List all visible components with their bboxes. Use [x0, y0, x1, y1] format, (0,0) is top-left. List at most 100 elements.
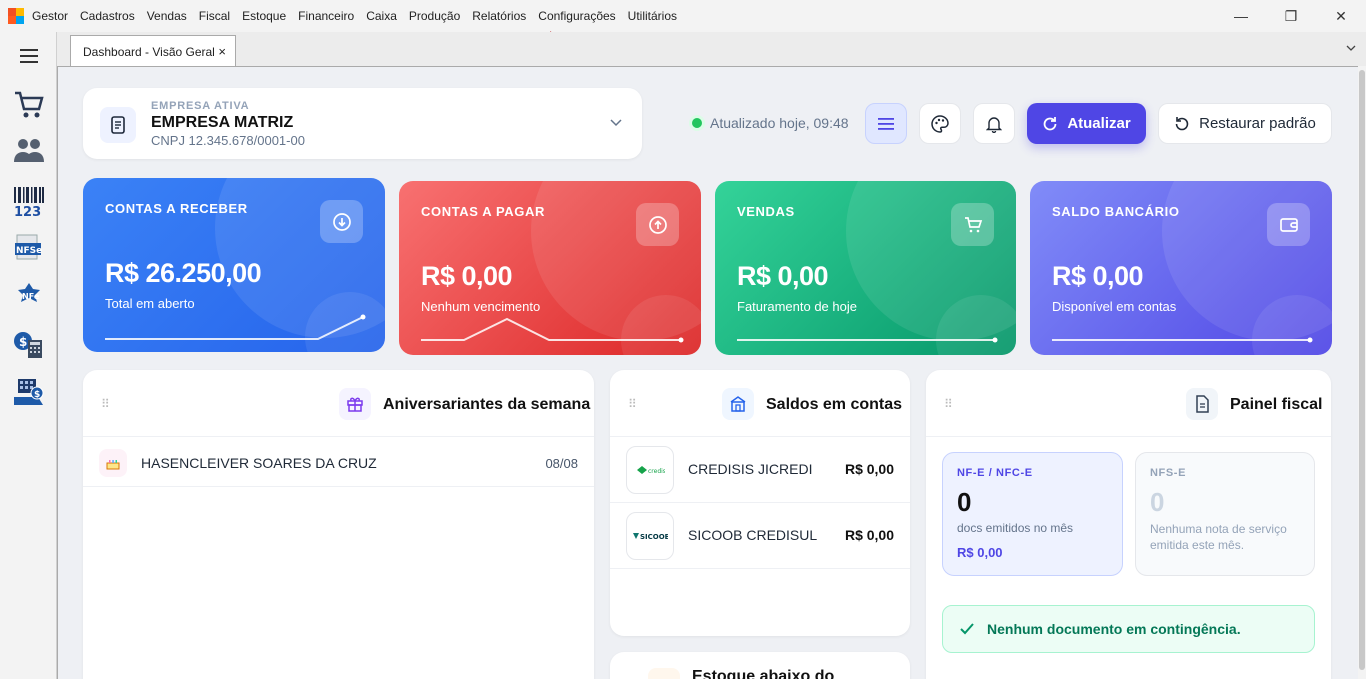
- menu-relatorios[interactable]: Relatórios: [472, 9, 526, 23]
- undo-icon: [1175, 116, 1189, 130]
- birthday-date: 08/08: [545, 456, 578, 471]
- arrow-up-circle-icon: [636, 203, 679, 246]
- bank-balance-card[interactable]: SALDO BANCÁRIO R$ 0,00 Disponível em con…: [1030, 181, 1332, 355]
- low-stock-card: Estoque abaixo do: [610, 652, 910, 679]
- bell-icon: [986, 116, 1002, 133]
- document-icon: [100, 107, 136, 143]
- stat-value: R$ 0,00: [1052, 261, 1144, 291]
- bank-balance: R$ 0,00: [844, 527, 894, 543]
- fiscal-title: Painel fiscal: [1230, 396, 1323, 413]
- company-caption: EMPRESA ATIVA: [151, 100, 250, 112]
- tab-close-icon[interactable]: ×: [218, 44, 226, 59]
- wallet-icon: [1267, 203, 1310, 246]
- stat-title: CONTAS A PAGAR: [421, 204, 545, 219]
- menu-caixa[interactable]: Caixa: [366, 9, 397, 23]
- sicoob-logo: SICOOB: [626, 512, 674, 560]
- refresh-label: Atualizar: [1067, 115, 1131, 132]
- drag-handle-icon[interactable]: ⠿: [944, 397, 953, 411]
- tab-bar: Dashboard - Visão Geral ×: [57, 32, 1366, 67]
- menu-producao[interactable]: Produção: [409, 9, 460, 23]
- menu-configuracoes[interactable]: Configurações: [538, 9, 615, 23]
- close-button[interactable]: ✕: [1316, 0, 1366, 32]
- nfe-label: NF-E / NFC-E: [957, 467, 1033, 479]
- drag-handle-icon[interactable]: ⠿: [101, 397, 110, 411]
- stat-value: R$ 26.250,00: [105, 258, 262, 288]
- scrollbar[interactable]: [1358, 66, 1366, 679]
- contingency-text: Nenhum documento em contingência.: [987, 621, 1241, 637]
- tab-dashboard[interactable]: Dashboard - Visão Geral ×: [70, 35, 236, 67]
- credisis-logo: credisis: [626, 446, 674, 494]
- nfse-box[interactable]: NFS-E 0 Nenhuma nota de serviço emitida …: [1135, 452, 1315, 576]
- minimize-button[interactable]: —: [1216, 0, 1266, 32]
- menu-utilitarios[interactable]: Utilitários: [628, 9, 677, 23]
- menu-fiscal[interactable]: Fiscal: [199, 9, 230, 23]
- check-icon: [960, 623, 974, 635]
- stat-title: VENDAS: [737, 204, 795, 219]
- arrow-down-circle-icon: [320, 200, 363, 243]
- balances-card: ⠿ Saldos em contas credisis CREDISIS JIC…: [610, 370, 910, 636]
- nfe-desc: docs emitidos no mês: [957, 521, 1074, 535]
- low-stock-title: Estoque abaixo do: [692, 668, 835, 679]
- svg-text:credisis: credisis: [648, 468, 665, 475]
- palette-icon: [931, 114, 949, 133]
- drag-handle-icon[interactable]: ⠿: [628, 397, 637, 411]
- receivables-card[interactable]: CONTAS A RECEBER R$ 26.250,00 Total em a…: [83, 178, 385, 352]
- people-icon[interactable]: [10, 132, 48, 170]
- list-item[interactable]: credisis CREDISIS JICREDI R$ 0,00: [610, 437, 910, 503]
- restore-default-button[interactable]: Restaurar padrão: [1158, 103, 1332, 144]
- svg-text:$: $: [19, 335, 27, 349]
- restore-button[interactable]: ❐: [1266, 0, 1316, 32]
- birthdays-title: Aniversariantes da semana: [383, 396, 591, 413]
- status-dot: [692, 118, 702, 128]
- cake-icon: [99, 449, 127, 477]
- menu-lines-icon: [878, 117, 894, 130]
- company-selector[interactable]: EMPRESA ATIVA EMPRESA MATRIZ CNPJ 12.345…: [83, 88, 642, 159]
- barcode-icon[interactable]: 123: [10, 182, 48, 220]
- menu-cadastros[interactable]: Cadastros: [80, 9, 135, 23]
- fiscal-card: ⠿ Painel fiscal NF-E / NFC-E 0 docs emit…: [926, 370, 1331, 679]
- nfse-label: NFS-E: [1150, 467, 1186, 479]
- company-name: EMPRESA MATRIZ: [151, 114, 294, 131]
- stat-subtitle: Faturamento de hoje: [737, 299, 857, 314]
- bank-icon: [722, 388, 754, 420]
- list-view-button[interactable]: [865, 103, 907, 144]
- cash-register-icon[interactable]: $: [10, 374, 48, 412]
- bank-balance: R$ 0,00: [844, 461, 894, 477]
- refresh-icon: [1043, 116, 1057, 130]
- box-icon: [648, 668, 680, 679]
- notifications-button[interactable]: [973, 103, 1015, 144]
- birthday-name: HASENCLEIVER SOARES DA CRUZ: [141, 455, 377, 471]
- balances-title: Saldos em contas: [766, 396, 903, 413]
- list-item[interactable]: HASENCLEIVER SOARES DA CRUZ 08/08: [83, 437, 594, 487]
- theme-button[interactable]: [919, 103, 961, 144]
- chevron-down-icon[interactable]: [1346, 45, 1356, 52]
- sparkline: [421, 317, 684, 343]
- cart-icon[interactable]: [10, 86, 48, 124]
- menu-gestor[interactable]: Gestor: [32, 9, 68, 23]
- finance-calculator-icon[interactable]: $: [10, 325, 48, 363]
- bank-name: SICOOB CREDISUL: [688, 527, 818, 543]
- svg-text:NFSe: NFSe: [16, 246, 42, 256]
- stat-value: R$ 0,00: [737, 261, 829, 291]
- sales-card[interactable]: VENDAS R$ 0,00 Faturamento de hoje: [715, 181, 1016, 355]
- nfse-icon[interactable]: NFSe: [10, 229, 48, 267]
- nfe-box[interactable]: NF-E / NFC-E 0 docs emitidos no mês R$ 0…: [942, 452, 1123, 576]
- chevron-down-icon: [610, 119, 622, 127]
- stat-value: R$ 0,00: [421, 261, 513, 291]
- nfe-count: 0: [957, 487, 972, 517]
- contingency-status: Nenhum documento em contingência.: [942, 605, 1315, 653]
- file-text-icon: [1186, 388, 1218, 420]
- payables-card[interactable]: CONTAS A PAGAR R$ 0,00 Nenhum vencimento: [399, 181, 701, 355]
- list-item[interactable]: SICOOB SICOOB CREDISUL R$ 0,00: [610, 503, 910, 569]
- menu-vendas[interactable]: Vendas: [147, 9, 187, 23]
- refresh-button[interactable]: Atualizar: [1027, 103, 1146, 144]
- tab-label: Dashboard - Visão Geral: [83, 44, 215, 59]
- hamburger-menu-icon[interactable]: [10, 37, 48, 75]
- nfe-icon[interactable]: NFe: [10, 277, 48, 315]
- nfe-value: R$ 0,00: [957, 545, 1003, 560]
- menu-financeiro[interactable]: Financeiro: [298, 9, 354, 23]
- sidebar: 123 NFSe NFe $ $: [0, 32, 57, 679]
- sparkline: [105, 314, 366, 340]
- menu-estoque[interactable]: Estoque: [242, 9, 286, 23]
- stat-title: CONTAS A RECEBER: [105, 201, 248, 216]
